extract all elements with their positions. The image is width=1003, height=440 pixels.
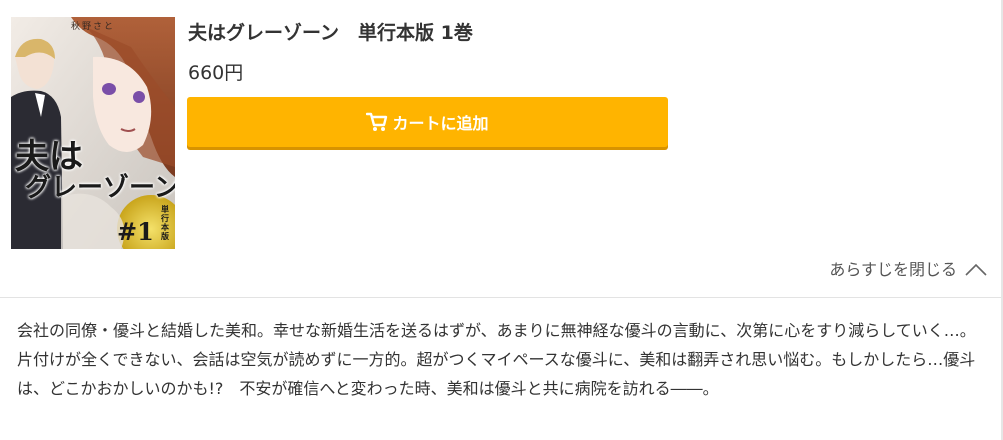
cover-title-line2: グレーゾーン — [25, 173, 175, 203]
chevron-up-icon — [965, 261, 987, 276]
cart-icon — [366, 112, 388, 132]
book-price: 660円 — [188, 62, 244, 84]
add-to-cart-button[interactable]: カートに追加 — [187, 97, 668, 147]
add-to-cart-label: カートに追加 — [392, 114, 489, 133]
synopsis-text: 会社の同僚・優斗と結婚した美和。幸せな新婚生活を送るはずが、あまりに無神経な優斗… — [17, 321, 976, 398]
section-divider — [0, 297, 1001, 298]
cover-edition: 単行本版 — [161, 205, 169, 241]
toggle-synopsis-button[interactable]: あらすじを閉じる — [829, 256, 987, 280]
book-cover-image[interactable]: 秋野さと 夫は グレーゾーン #1 単行本版 — [11, 17, 175, 249]
toggle-synopsis-label: あらすじを閉じる — [829, 260, 957, 279]
cover-volume: #1 — [117, 217, 154, 246]
product-panel: 秋野さと 夫は グレーゾーン #1 単行本版 夫はグレーゾーン 単行本版 1巻 … — [0, 0, 1003, 440]
cover-author: 秋野さと — [71, 22, 116, 32]
book-title[interactable]: 夫はグレーゾーン 単行本版 1巻 — [188, 18, 473, 45]
